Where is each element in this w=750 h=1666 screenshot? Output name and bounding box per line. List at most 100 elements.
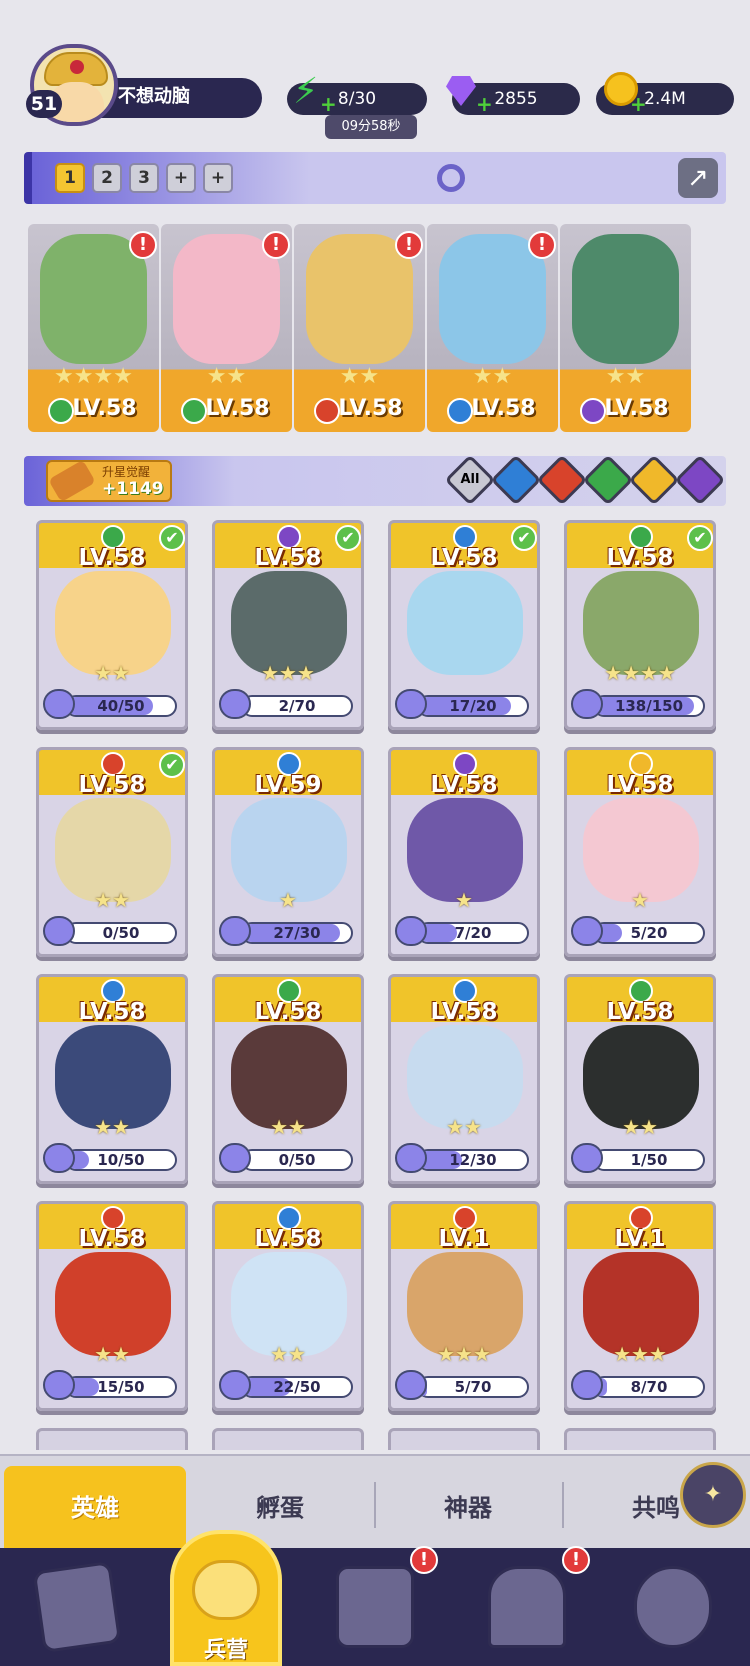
hero-card[interactable]: LV.58 ★★ 15/50 [36,1201,188,1411]
share-icon[interactable]: ↗ [678,158,718,198]
barracks-icon [192,1560,260,1620]
hero-card[interactable]: LV.58 ★ 5/20 [564,747,716,957]
hero-stars: ★★ [206,364,247,389]
temple-icon[interactable] [488,1566,566,1648]
hero-portrait [583,1252,699,1356]
hero-card[interactable]: LV.58 ★ 7/20 [388,747,540,957]
hero-alert-badge: ! [262,231,290,259]
hero-portrait [231,1252,347,1356]
add-gems-icon[interactable]: + [476,92,493,116]
shard-icon [219,689,251,719]
search-icon[interactable] [437,164,465,192]
cards-icon[interactable] [32,1560,122,1654]
team-hero-card[interactable]: ★★ LV.58 [560,224,691,432]
hero-level: LV.58 [606,999,674,1025]
hero-alert-badge: ! [528,231,556,259]
team-tab-3[interactable]: 3 [129,163,159,193]
hero-card[interactable]: LV.58 ★★ 0/50 [212,974,364,1184]
gold-value: 2.4M [644,89,686,109]
team-tab-4[interactable]: + [166,163,196,193]
shard-progress-bar: 15/50 [65,1376,177,1398]
shard-progress-bar: 8/70 [593,1376,705,1398]
tab-heroes[interactable]: 英雄 [4,1466,186,1550]
shard-icon [571,916,603,946]
hero-level: LV.58 [430,999,498,1025]
hero-stars: ★ [279,888,297,912]
team-tab-5[interactable]: + [203,163,233,193]
player-level-badge: 51 [26,90,62,118]
energy-value: 8/30 [337,89,377,109]
hero-card[interactable]: LV.1 ★★★ 5/70 [388,1201,540,1411]
shard-icon [219,1143,251,1173]
hero-level: LV.58 [205,396,270,421]
add-energy-icon[interactable]: + [320,92,337,116]
hero-portrait [55,798,171,902]
hero-stars: ★★ [94,1342,130,1366]
shard-count: 22/50 [273,1378,321,1396]
hero-portrait [583,571,699,675]
hero-card[interactable]: LV.58 ★★ 22/50 [212,1201,364,1411]
shard-count: 40/50 [97,697,145,715]
shard-progress-bar: 5/20 [593,922,705,944]
shard-progress-bar: 0/50 [241,1149,353,1171]
shard-icon [571,1143,603,1173]
shard-count: 8/70 [630,1378,668,1396]
hero-card[interactable]: LV.58 ★★★★ 138/150 ✔ [564,520,716,730]
hero-portrait [55,571,171,675]
water-element-icon [501,465,531,495]
hero-stars: ★★★ [261,661,315,685]
hero-stars: ★★ [94,888,130,912]
shard-count: 15/50 [97,1378,145,1396]
hero-card[interactable]: LV.58 ★★ 10/50 [36,974,188,1184]
shard-icon [395,1370,427,1400]
hero-card[interactable]: LV.1 ★★★ 8/70 [564,1201,716,1411]
shard-count: 0/50 [102,924,140,942]
hero-portrait [583,798,699,902]
hero-card-partial [388,1428,540,1450]
hero-alert-badge: ! [395,231,423,259]
hero-portrait [55,1252,171,1356]
hero-card[interactable]: LV.59 ★ 27/30 [212,747,364,957]
hero-stars: ★★ [270,1342,306,1366]
hero-card[interactable]: LV.58 17/20 ✔ [388,520,540,730]
mushroom-icon[interactable] [634,1566,712,1648]
hero-level: LV.58 [254,999,322,1025]
shard-progress-bar: 27/30 [241,922,353,944]
hero-portrait [407,1025,523,1129]
hero-level: LV.58 [604,396,669,421]
add-gold-icon[interactable]: + [630,92,647,116]
book-icon[interactable] [336,1566,414,1648]
hero-level: LV.58 [78,999,146,1025]
dark-element-icon [685,465,715,495]
shard-count: 7/20 [454,924,492,942]
shard-progress-bar: 7/20 [417,922,529,944]
hero-level: LV.58 [430,772,498,798]
tab-divider [374,1482,376,1528]
hero-card[interactable]: LV.58 ★★ 40/50 ✔ [36,520,188,730]
fire-element-icon [547,465,577,495]
hero-level: LV.58 [338,396,403,421]
hero-card[interactable]: LV.58 ★★ 12/30 [388,974,540,1184]
hero-portrait [407,1252,523,1356]
team-tab-2[interactable]: 2 [92,163,122,193]
hero-stars: ★★★★ [604,661,676,685]
player-name: 不想动脑 [118,86,190,107]
hero-card[interactable]: LV.58 ★★★ 2/70 ✔ [212,520,364,730]
shard-count: 5/20 [630,924,668,942]
hero-card[interactable]: LV.58 ★★ 0/50 ✔ [36,747,188,957]
tab-artifact[interactable]: 神器 [378,1466,558,1550]
hero-stars: ★ [631,888,649,912]
light-element-icon [639,465,669,495]
hero-stars: ★★ [472,364,513,389]
hero-card[interactable]: LV.58 ★★ 1/50 [564,974,716,1184]
team-tab-1[interactable]: 1 [55,163,85,193]
hero-level: LV.58 [78,545,146,571]
hero-stars: ★★★ [437,1342,491,1366]
hero-stars: ★★ [270,1115,306,1139]
shard-progress-bar: 22/50 [241,1376,353,1398]
tab-divider [562,1482,564,1528]
hero-portrait [55,1025,171,1129]
sparkle-icon[interactable]: ✦ [680,1462,746,1528]
hero-level: LV.58 [471,396,536,421]
shard-count: 17/20 [449,697,497,715]
